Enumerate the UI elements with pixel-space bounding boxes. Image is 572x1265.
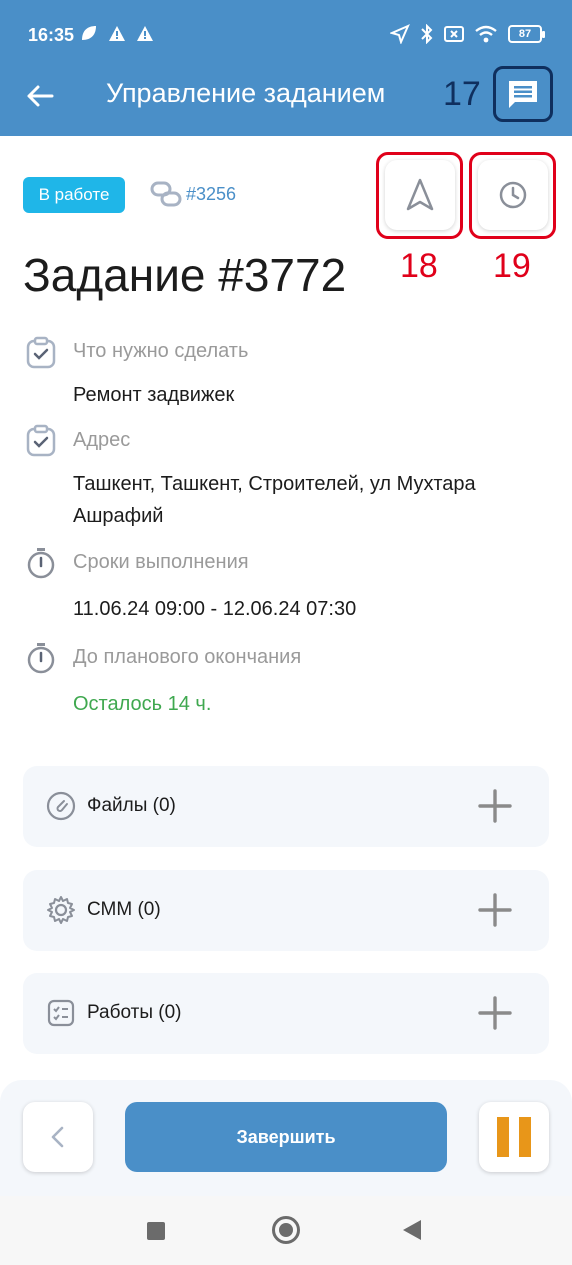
warning-icon [109, 25, 125, 41]
clipboard-check-icon [26, 336, 56, 369]
history-button[interactable] [478, 160, 548, 230]
smm-card[interactable]: СММ (0) [23, 870, 549, 951]
stopwatch-icon [27, 548, 55, 579]
warning-icon [137, 25, 153, 41]
detail-label-address: Адрес [73, 429, 131, 451]
status-badge: В работе [23, 177, 125, 213]
battery-indicator: 87 [508, 25, 545, 43]
pause-button[interactable] [479, 1102, 549, 1172]
finish-button[interactable]: Завершить [125, 1102, 447, 1172]
status-icons-left [80, 24, 154, 42]
recents-icon[interactable] [147, 1222, 165, 1240]
home-icon[interactable] [272, 1216, 300, 1244]
detail-label-what: Что нужно сделать [73, 340, 249, 362]
detail-value-address: Ташкент, Ташкент, Строителей, ул Мухтара… [73, 473, 476, 527]
detail-value-what: Ремонт задвижек [73, 384, 235, 406]
wifi-icon [475, 25, 497, 43]
page-title: Управление заданием [106, 78, 386, 108]
annotation-label: 17 [443, 75, 481, 113]
parent-task-link[interactable]: #3256 [150, 179, 236, 209]
chevron-left-icon [51, 1126, 64, 1148]
smm-card-label: СММ (0) [87, 899, 161, 920]
detail-label-deadline: Сроки выполнения [73, 551, 249, 573]
arrow-left-icon [27, 85, 54, 107]
works-card[interactable]: Работы (0) [23, 973, 549, 1054]
pause-icon [519, 1117, 531, 1157]
comments-button[interactable] [493, 66, 553, 122]
task-title: Задание #3772 [23, 249, 347, 301]
message-icon [509, 81, 537, 108]
paperclip-circle-icon [46, 791, 76, 821]
previous-button[interactable] [23, 1102, 93, 1172]
back-button[interactable] [24, 80, 56, 112]
no-sim-icon [444, 26, 464, 42]
leaf-icon [82, 26, 96, 40]
status-icons-right: 87 [390, 24, 545, 44]
parent-task-link-text: #3256 [186, 183, 237, 204]
gear-icon [47, 896, 75, 924]
plus-icon[interactable] [477, 995, 513, 1031]
annotation-label: 19 [493, 247, 531, 285]
navigate-button[interactable] [385, 160, 455, 230]
files-card[interactable]: Файлы (0) [23, 766, 549, 847]
plus-icon[interactable] [477, 788, 513, 824]
system-back-icon[interactable] [403, 1220, 421, 1240]
bluetooth-icon [421, 24, 433, 44]
plus-icon[interactable] [477, 892, 513, 928]
detail-value-deadline: 11.06.24 09:00 - 12.06.24 07:30 [73, 598, 357, 620]
checklist-icon [47, 999, 75, 1027]
location-arrow-icon [390, 24, 410, 44]
status-time: 16:35 [28, 25, 75, 45]
navigation-arrow-icon [406, 178, 434, 211]
detail-label-remaining: До планового окончания [73, 646, 302, 668]
clock-icon [499, 181, 527, 209]
link-icon [150, 181, 182, 207]
stopwatch-icon [27, 643, 55, 674]
status-bar: 16:35 87 [0, 0, 572, 70]
clipboard-check-icon [26, 424, 56, 457]
detail-value-remaining: Осталось 14 ч. [73, 693, 212, 715]
files-card-label: Файлы (0) [87, 795, 176, 816]
pause-icon [497, 1117, 509, 1157]
works-card-label: Работы (0) [87, 1002, 182, 1023]
annotation-label: 18 [400, 247, 438, 285]
